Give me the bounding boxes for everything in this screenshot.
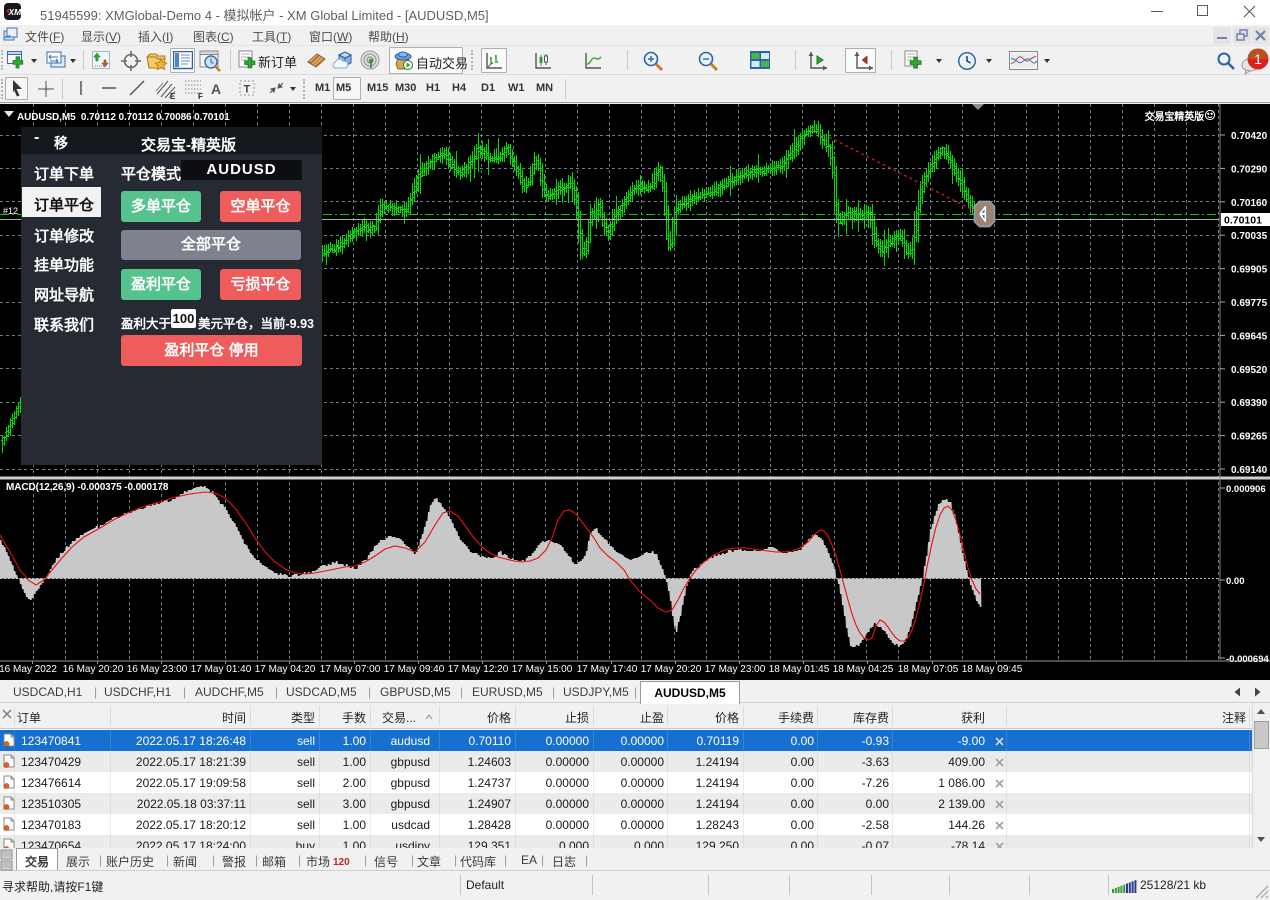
svg-text:交易宝精英版: 交易宝精英版 (1145, 110, 1205, 123)
svg-text:0.69520: 0.69520 (1231, 365, 1268, 376)
svg-text:XM: XM (8, 7, 22, 17)
svg-text:16 May 20:20: 16 May 20:20 (63, 664, 124, 675)
svg-text:17 May 07:00: 17 May 07:00 (320, 664, 381, 675)
svg-text:0.70290: 0.70290 (1231, 164, 1268, 175)
svg-text:F: F (198, 92, 203, 100)
svg-text:0.00: 0.00 (1226, 576, 1245, 587)
svg-text:-0.000694: -0.000694 (1226, 654, 1270, 665)
svg-text:17 May 12:20: 17 May 12:20 (448, 664, 509, 675)
svg-text:0.70420: 0.70420 (1231, 131, 1268, 142)
svg-text:17 May 09:40: 17 May 09:40 (384, 664, 445, 675)
svg-text:18 May 04:25: 18 May 04:25 (833, 664, 894, 675)
svg-text:0.69265: 0.69265 (1231, 432, 1268, 443)
svg-text:17 May 23:00: 17 May 23:00 (705, 664, 766, 675)
svg-text:17 May 04:20: 17 May 04:20 (255, 664, 316, 675)
svg-text:17 May 01:40: 17 May 01:40 (191, 664, 252, 675)
svg-text:16 May 2022: 16 May 2022 (0, 664, 57, 675)
svg-text:17 May 20:20: 17 May 20:20 (641, 664, 702, 675)
svg-text:0.69775: 0.69775 (1231, 298, 1268, 309)
svg-text:0.70160: 0.70160 (1231, 198, 1268, 209)
svg-text:17 May 15:00: 17 May 15:00 (512, 664, 573, 675)
svg-text:0.69390: 0.69390 (1231, 398, 1268, 409)
svg-text:AUDUSD,M5 0.70112 0.70112 0.7: AUDUSD,M5 0.70112 0.70112 0.70086 0.7010… (17, 112, 230, 123)
svg-text:0.69645: 0.69645 (1231, 331, 1268, 342)
svg-text:16 May 23:00: 16 May 23:00 (127, 664, 188, 675)
svg-text:MACD(12,26,9) -0.000375 -0.000: MACD(12,26,9) -0.000375 -0.000178 (6, 482, 169, 493)
svg-text:0.70101: 0.70101 (1224, 215, 1262, 227)
svg-text:18 May 07:05: 18 May 07:05 (898, 664, 959, 675)
svg-text:18 May 09:45: 18 May 09:45 (962, 664, 1023, 675)
svg-text:18 May 01:45: 18 May 01:45 (769, 664, 830, 675)
svg-text:17 May 17:40: 17 May 17:40 (577, 664, 638, 675)
svg-text:T: T (244, 84, 251, 96)
svg-text:1: 1 (1254, 51, 1262, 67)
svg-text:E: E (170, 92, 176, 100)
svg-text:#12: #12 (3, 206, 18, 216)
svg-text:0.70035: 0.70035 (1231, 231, 1268, 242)
svg-text:0.69140: 0.69140 (1231, 465, 1268, 476)
svg-text:0.69905: 0.69905 (1231, 265, 1268, 276)
svg-text:0.000906: 0.000906 (1226, 484, 1266, 495)
